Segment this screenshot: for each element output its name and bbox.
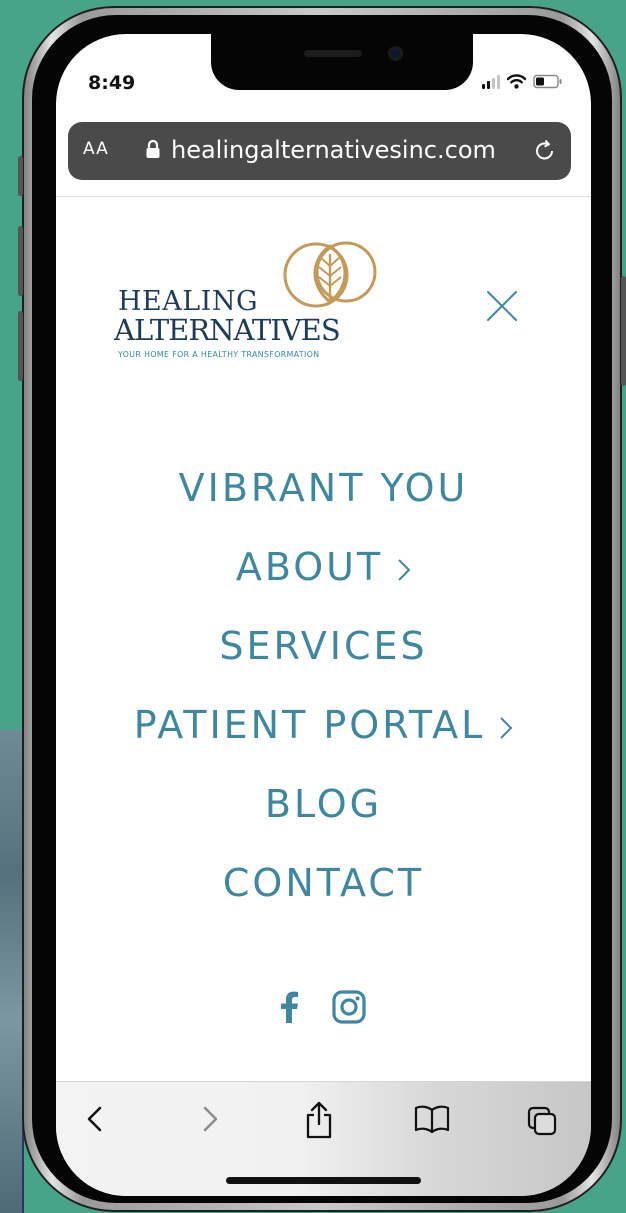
instagram-icon[interactable]: [332, 990, 366, 1024]
menu-item-contact[interactable]: CONTACT: [56, 861, 591, 905]
bookmarks-icon[interactable]: [413, 1100, 451, 1138]
share-icon[interactable]: [304, 1100, 334, 1140]
tabs-icon[interactable]: [526, 1100, 560, 1138]
chevron-right-icon: [398, 558, 411, 581]
front-camera: [388, 46, 403, 61]
menu-item-patient-portal[interactable]: PATIENT PORTAL: [56, 703, 591, 747]
side-button: [621, 276, 626, 386]
side-button: [18, 156, 23, 196]
notch: [211, 34, 473, 90]
menu-item-vibrant-you[interactable]: VIBRANT YOU: [56, 466, 591, 510]
wifi-icon: [507, 74, 526, 89]
phone-frame: 8:49 AA healingalternativesinc.com HEALI…: [18, 6, 626, 1212]
facebook-icon[interactable]: [278, 990, 300, 1024]
home-indicator[interactable]: [226, 1177, 421, 1184]
menu-item-blog[interactable]: BLOG: [56, 782, 591, 826]
side-button: [18, 226, 23, 296]
back-icon[interactable]: [84, 1100, 106, 1138]
phone-screen: 8:49 AA healingalternativesinc.com HEALI…: [56, 34, 591, 1196]
chevron-right-icon: [500, 716, 513, 739]
logo-text-line2: ALTERNATIVES: [114, 313, 341, 347]
site-logo[interactable]: HEALING ALTERNATIVES YOUR HOME FOR A HEA…: [114, 238, 394, 364]
logo-tagline: YOUR HOME FOR A HEALTHY TRANSFORMATION: [118, 350, 320, 359]
battery-icon: [533, 74, 562, 89]
forward-icon[interactable]: [199, 1100, 221, 1138]
menu-item-services[interactable]: SERVICES: [56, 624, 591, 668]
speaker: [304, 50, 362, 57]
signal-icon: [482, 74, 500, 89]
lock-icon: [146, 139, 160, 158]
reload-icon[interactable]: [533, 136, 557, 164]
url-text[interactable]: healingalternativesinc.com: [171, 136, 496, 164]
menu-item-about[interactable]: ABOUT: [56, 545, 591, 589]
background-photo: [0, 730, 24, 1213]
status-icons: [482, 74, 563, 89]
status-time: 8:49: [88, 72, 136, 94]
leaf-logo-icon: [283, 241, 377, 308]
side-button: [18, 311, 23, 381]
header-divider: [56, 196, 591, 197]
close-menu-icon[interactable]: [484, 288, 520, 324]
text-size-button[interactable]: AA: [83, 139, 109, 159]
address-bar[interactable]: AA healingalternativesinc.com: [68, 122, 571, 180]
